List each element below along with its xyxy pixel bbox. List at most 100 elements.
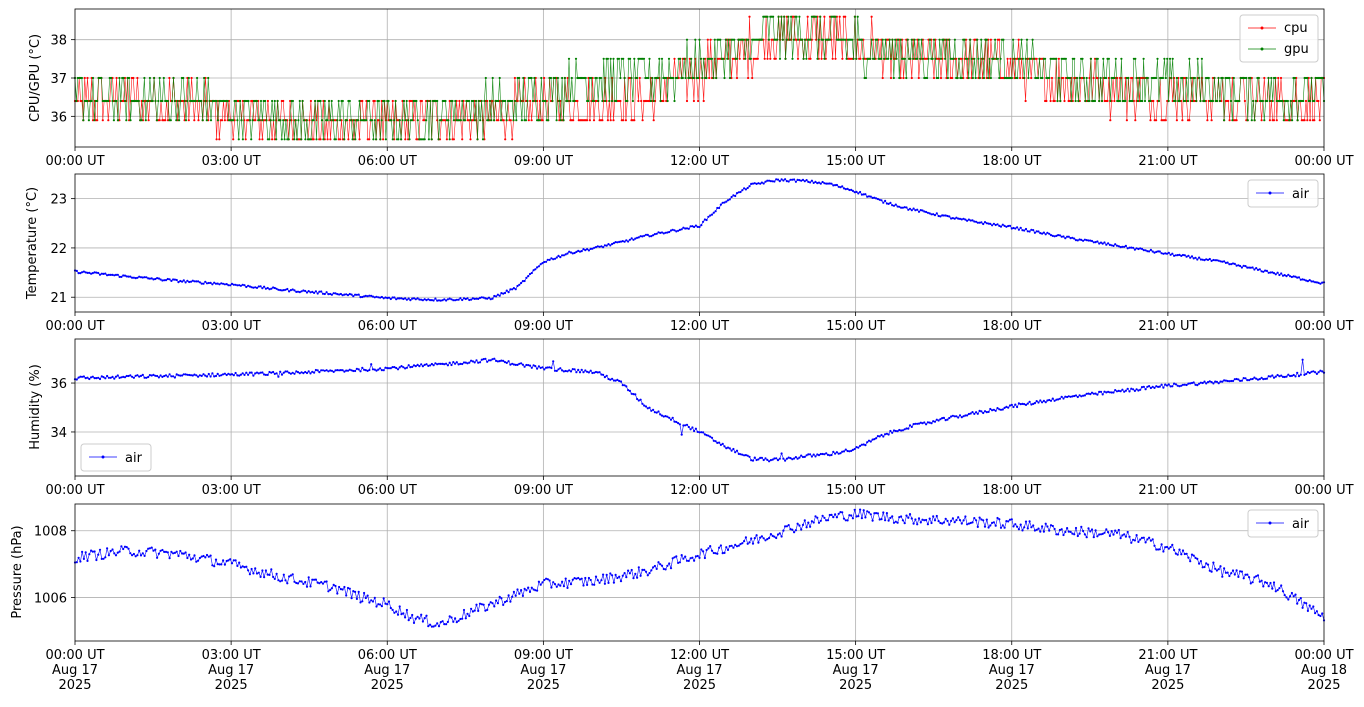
data-point [557,583,560,586]
data-point [520,589,523,592]
data-point [241,372,244,375]
data-point [619,380,623,383]
data-point [1233,262,1236,265]
data-point [831,57,834,60]
data-point [398,119,401,122]
data-point [411,365,414,368]
data-point [1310,607,1313,610]
data-point [623,572,626,575]
data-point [582,371,585,374]
data-point [1070,99,1073,103]
data-point [1289,99,1292,103]
data-point [158,119,161,122]
data-point [563,76,567,80]
data-point [862,509,865,512]
data-point [1181,549,1185,552]
data-point [196,76,199,80]
data-point [379,367,382,370]
data-point [1105,76,1108,80]
data-point [568,579,571,582]
data-point [334,584,337,588]
data-point [243,373,246,376]
data-point [1112,533,1115,536]
data-point [291,99,294,103]
data-point [857,192,860,195]
data-point [1310,76,1313,80]
data-point [132,376,135,379]
data-point [746,542,749,545]
data-point [534,99,537,103]
data-point [801,38,804,41]
data-point [733,38,736,41]
data-point [1249,76,1252,80]
data-point [787,180,790,183]
data-point [1266,99,1269,103]
data-point [520,281,523,285]
data-point [969,38,972,41]
data-point [869,57,872,60]
data-point [853,15,857,18]
data-point [1215,569,1218,572]
data-point [1051,397,1054,400]
data-point [1087,527,1090,530]
data-point [112,119,115,122]
data-point [700,548,703,551]
data-point [681,76,684,80]
data-point [113,377,116,380]
data-point [598,371,601,374]
data-point [1253,119,1256,122]
data-point [576,99,579,103]
data-point [834,15,837,18]
data-point [1099,390,1103,393]
data-point [509,600,512,603]
data-point [1016,405,1019,409]
data-point [694,224,698,227]
data-point [384,138,387,141]
data-point [380,295,383,299]
data-point [275,572,278,575]
data-point [1216,99,1219,103]
data-point [1119,537,1122,540]
data-point [1132,246,1135,249]
data-point [1198,256,1201,259]
data-point [452,119,455,122]
data-point [1317,99,1320,103]
data-point [75,378,78,381]
data-point [1108,534,1111,538]
data-point [679,57,682,60]
data-point [1291,119,1294,122]
data-point [937,520,940,523]
data-point [437,138,440,141]
data-point [440,119,443,122]
data-point [341,369,344,372]
data-point [1262,270,1265,273]
data-point [161,99,164,103]
data-point [252,374,255,377]
data-point [609,57,612,60]
data-point [1171,57,1174,60]
data-point [1041,401,1044,404]
data-point [1124,389,1127,392]
data-point [1001,408,1004,411]
data-point [293,580,296,583]
data-point [626,99,629,103]
data-point [892,76,895,80]
data-point [1024,403,1028,406]
data-point [304,289,307,293]
data-point [407,364,410,367]
data-point [778,57,782,60]
data-point [452,620,455,623]
data-point [776,38,779,41]
data-point [608,99,611,103]
data-point [842,450,846,453]
data-point [123,99,127,103]
data-point [741,542,744,545]
data-point [978,76,981,80]
data-point [486,360,489,363]
data-point [205,119,208,122]
data-point [692,99,696,103]
data-point [1007,406,1010,409]
data-point [280,579,284,582]
data-point [343,585,346,589]
data-point [716,552,719,555]
